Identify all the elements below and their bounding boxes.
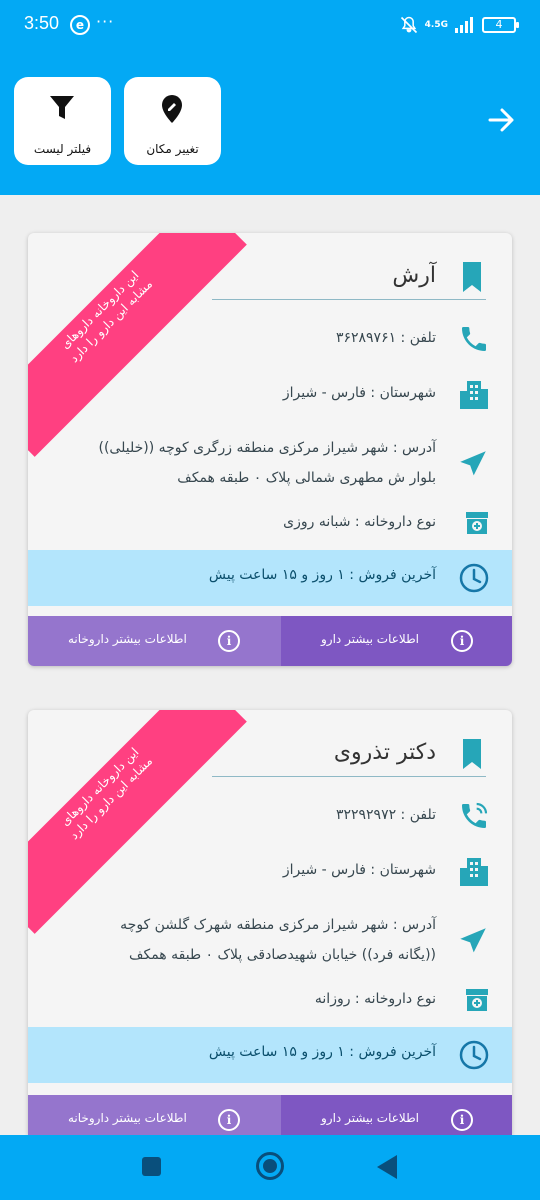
address-line[interactable]: آدرس : شهر شیراز مرکزی منطقه زرگری کوچه … [99, 440, 437, 456]
pharmacy-name: دکتر تذروی [333, 740, 436, 765]
phone-icon [462, 327, 486, 351]
more-pharmacy-info-label: اطلاعات بیشتر داروخانه [68, 1111, 187, 1125]
address-line[interactable]: آدرس : شهر شیراز مرکزی منطقه شهرک گلشن ک… [120, 917, 436, 933]
ribbon-line: این داروخانه داروهای [57, 744, 142, 829]
status-indicators: 4.5G 4 [399, 13, 519, 37]
phone-text[interactable]: تلفن : ۳۲۲۹۲۹۷۲ [336, 807, 436, 823]
back-icon[interactable] [377, 1155, 397, 1179]
header-toolbar: فیلتر لیست تغییر مکان [0, 50, 540, 195]
ribbon-line: این داروخانه داروهای [57, 267, 142, 352]
title-divider [212, 776, 486, 777]
address-line[interactable]: بلوار ش مطهری شمالی پلاک ۰ طبقه همکف [177, 470, 436, 486]
more-pharmacy-info-label: اطلاعات بیشتر داروخانه [68, 632, 187, 646]
network-type: 4.5G [424, 19, 448, 30]
phone-in-talk-icon [462, 802, 488, 828]
pharmacy-type-text: نوع داروخانه : روزانه [314, 991, 436, 1007]
bookmark-icon [463, 262, 481, 292]
bookmark-icon [463, 739, 481, 769]
mute-icon [400, 16, 417, 34]
more-pharmacy-info-button[interactable]: اطلاعات بیشتر داروخانه i [28, 1095, 281, 1135]
info-icon: i [218, 630, 240, 652]
more-drug-info-button[interactable]: اطلاعات بیشتر دارو i [281, 1095, 512, 1135]
signal-icon [455, 17, 473, 33]
location-pin-icon [162, 95, 182, 123]
filter-list-button[interactable]: فیلتر لیست [14, 77, 111, 165]
last-sale-text: آخرین فروش : ۱ روز و ۱۵ ساعت پیش [208, 1044, 436, 1060]
battery-icon: 4 [482, 17, 519, 33]
filter-list-label: فیلتر لیست [33, 142, 92, 156]
more-notifications-icon: ··· [96, 12, 115, 31]
pharmacy-name: آرش [392, 263, 436, 288]
more-drug-info-button[interactable]: اطلاعات بیشتر دارو i [281, 616, 512, 666]
pharmacy-card: این داروخانه داروهای مشابه این دارو را د… [28, 710, 512, 1135]
card-actions: اطلاعات بیشتر داروخانه i اطلاعات بیشتر د… [28, 1095, 512, 1135]
city-text: شهرستان : فارس - شیراز [282, 385, 436, 401]
phone-text[interactable]: تلفن : ۳۶۲۸۹۷۶۱ [336, 330, 436, 346]
ribbon-line: مشابه این دارو را دارد [66, 753, 156, 843]
title-divider [212, 299, 486, 300]
last-sale-band: آخرین فروش : ۱ روز و ۱۵ ساعت پیش [28, 550, 512, 606]
address-line[interactable]: ((یگانه فرد)) خیابان شهیدصادقی پلاک ۰ طب… [129, 947, 436, 963]
pharmacy-card: این داروخانه داروهای مشابه این دارو را د… [28, 233, 512, 666]
clock-icon [459, 1040, 489, 1070]
status-time: 3:50 [24, 13, 60, 33]
navigation-icon [460, 928, 486, 953]
pharmacy-store-icon [466, 512, 488, 534]
navigation-icon [460, 451, 486, 476]
city-text: شهرستان : فارس - شیراز [282, 862, 436, 878]
last-sale-band: آخرین فروش : ۱ روز و ۱۵ ساعت پیش [28, 1027, 512, 1083]
city-icon [460, 858, 488, 886]
similar-drugs-ribbon: این داروخانه داروهای مشابه این دارو را د… [28, 710, 247, 934]
more-drug-info-label: اطلاعات بیشتر دارو [321, 1111, 419, 1125]
info-icon: i [218, 1109, 240, 1131]
pharmacy-store-icon [466, 989, 488, 1011]
last-sale-text: آخرین فروش : ۱ روز و ۱۵ ساعت پیش [208, 567, 436, 583]
info-icon: i [451, 1109, 473, 1131]
system-navigation-bar [0, 1135, 540, 1200]
recent-apps-icon[interactable] [142, 1157, 161, 1176]
status-bar: 3:50 e ··· 4.5G 4 [0, 0, 540, 50]
back-arrow-icon[interactable] [486, 105, 516, 135]
change-location-button[interactable]: تغییر مکان [124, 77, 221, 165]
ribbon-line: مشابه این دارو را دارد [66, 276, 156, 366]
info-icon: i [451, 630, 473, 652]
similar-drugs-ribbon: این داروخانه داروهای مشابه این دارو را د… [28, 233, 247, 457]
city-icon [460, 381, 488, 409]
change-location-label: تغییر مکان [146, 142, 199, 156]
more-drug-info-label: اطلاعات بیشتر دارو [321, 632, 419, 646]
home-icon[interactable] [256, 1152, 284, 1180]
card-actions: اطلاعات بیشتر داروخانه i اطلاعات بیشتر د… [28, 616, 512, 666]
more-pharmacy-info-button[interactable]: اطلاعات بیشتر داروخانه i [28, 616, 281, 666]
filter-icon [50, 96, 74, 119]
clock-icon [459, 563, 489, 593]
pharmacy-type-text: نوع داروخانه : شبانه روزی [283, 514, 436, 530]
app-notification-icon: e [70, 15, 90, 35]
